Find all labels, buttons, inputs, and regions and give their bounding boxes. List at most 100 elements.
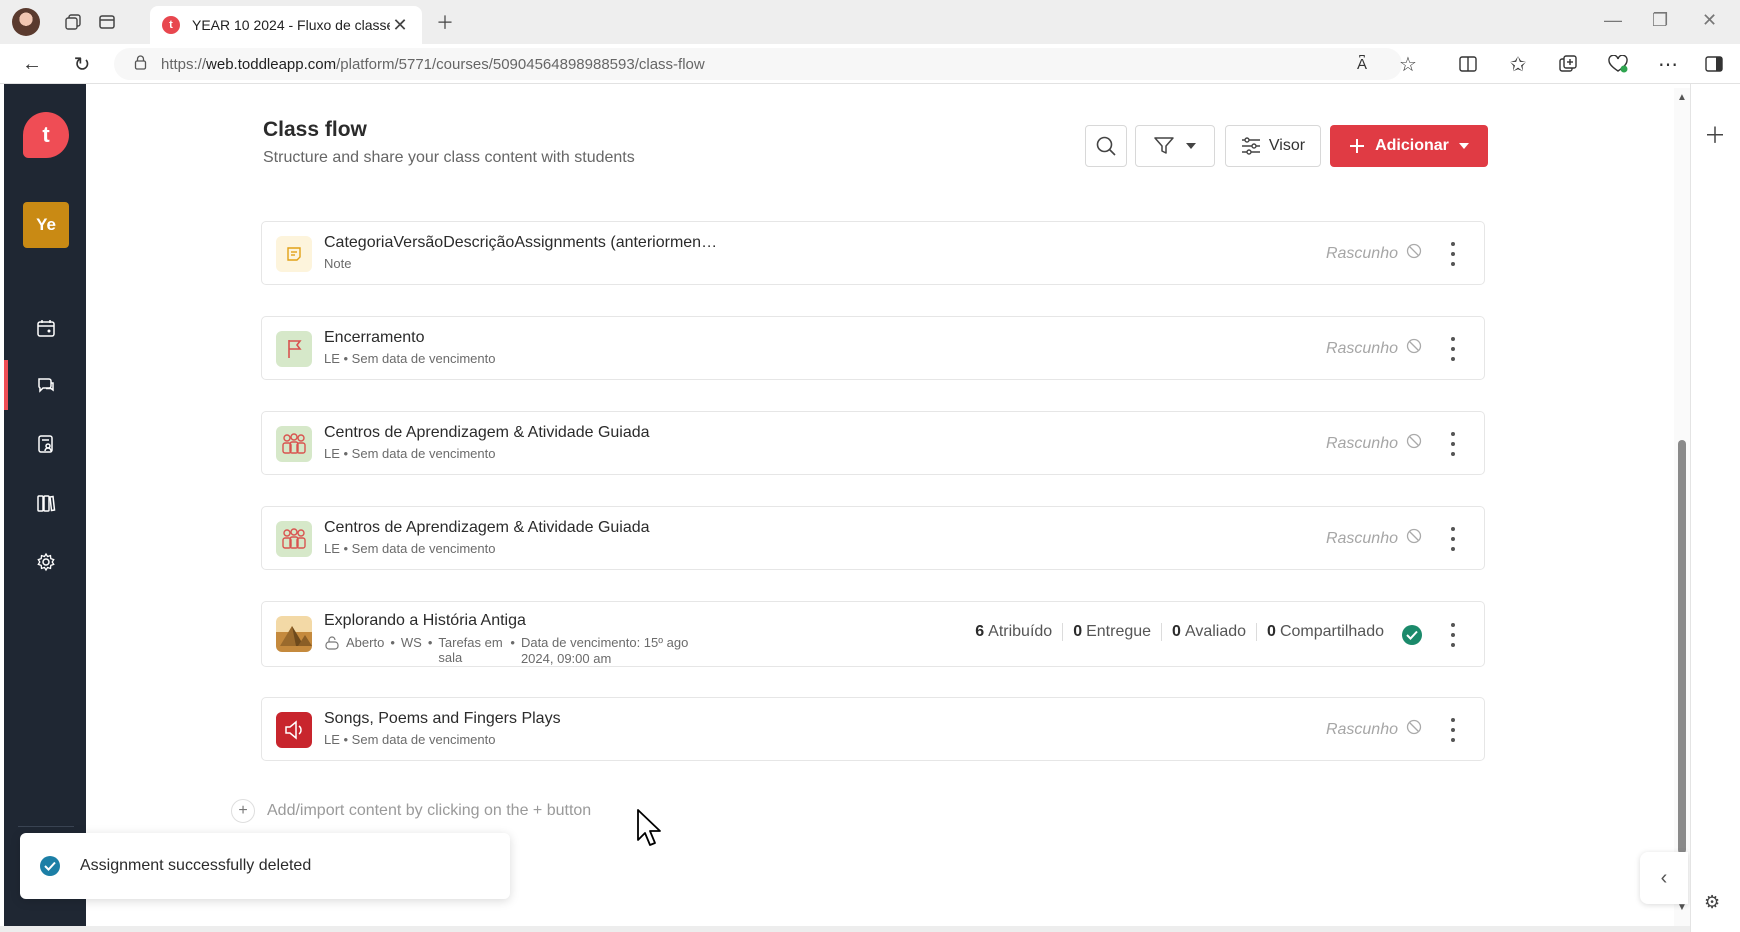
new-tab-icon[interactable]: ＋ bbox=[434, 11, 456, 33]
item-title: Explorando a História Antiga bbox=[324, 612, 526, 629]
item-meta: Note bbox=[324, 256, 352, 271]
list-item[interactable]: Songs, Poems and Fingers Plays LE • Sem … bbox=[261, 697, 1485, 761]
draft-status: Rascunho bbox=[1326, 719, 1422, 740]
restore-icon[interactable]: ❐ bbox=[1652, 10, 1668, 31]
draft-status: Rascunho bbox=[1326, 528, 1422, 549]
refresh-icon[interactable]: ↻ bbox=[70, 52, 94, 76]
item-meta: LE • Sem data de vencimento bbox=[324, 732, 496, 747]
add-hint-text: Add/import content by clicking on the + … bbox=[267, 802, 592, 819]
pyramid-image bbox=[276, 616, 312, 652]
filter-button[interactable] bbox=[1135, 125, 1215, 167]
calendar-icon[interactable] bbox=[30, 312, 62, 344]
collapse-panel-button[interactable]: ‹ bbox=[1640, 852, 1688, 904]
more-menu-icon[interactable]: ⋯ bbox=[1656, 52, 1680, 76]
visor-button[interactable]: Visor bbox=[1225, 125, 1321, 167]
course-badge[interactable]: Ye bbox=[23, 202, 69, 248]
not-published-icon bbox=[1406, 338, 1422, 359]
add-panel-plus-icon[interactable]: ＋ bbox=[1704, 118, 1726, 150]
bottom-edge bbox=[0, 926, 1690, 932]
favorite-star-icon[interactable]: ☆ bbox=[1396, 52, 1420, 76]
sidebar-toggle-icon[interactable] bbox=[1702, 52, 1726, 76]
item-title: Centros de Aprendizagem & Atividade Guia… bbox=[324, 519, 650, 536]
workspaces-icon[interactable] bbox=[62, 11, 84, 33]
add-label: Adicionar bbox=[1375, 137, 1449, 154]
search-button[interactable] bbox=[1085, 125, 1127, 167]
minimize-icon[interactable]: — bbox=[1604, 10, 1622, 31]
kebab-menu-icon[interactable] bbox=[1450, 718, 1456, 742]
tab-class-flow[interactable]: t YEAR 10 2024 - Fluxo de classe ✕ bbox=[150, 6, 422, 44]
item-meta: LE • Sem data de vencimento bbox=[324, 351, 496, 366]
not-published-icon bbox=[1406, 528, 1422, 549]
kebab-menu-icon[interactable] bbox=[1450, 337, 1456, 361]
panel-settings-icon[interactable]: ⚙ bbox=[1704, 892, 1720, 913]
assessment-icon[interactable] bbox=[30, 428, 62, 460]
library-icon[interactable] bbox=[30, 487, 62, 519]
published-check-icon bbox=[1402, 625, 1422, 645]
lock-open-icon bbox=[324, 636, 340, 653]
page-subtitle: Structure and share your class content w… bbox=[263, 149, 635, 166]
stat-evaluated: 0 Avaliado bbox=[1161, 623, 1256, 641]
group-icon bbox=[276, 521, 312, 557]
tab-title: YEAR 10 2024 - Fluxo de classe bbox=[192, 17, 390, 33]
page-title: Class flow bbox=[263, 118, 367, 141]
chat-icon[interactable] bbox=[30, 369, 62, 401]
visor-label: Visor bbox=[1268, 137, 1306, 154]
draft-status: Rascunho bbox=[1326, 243, 1422, 264]
stat-shared: 0 Compartilhado bbox=[1256, 623, 1394, 641]
list-item[interactable]: Centros de Aprendizagem & Atividade Guia… bbox=[261, 411, 1485, 475]
sliders-icon bbox=[1241, 137, 1260, 155]
chevron-left-icon: ‹ bbox=[1660, 866, 1668, 889]
close-window-icon[interactable]: ✕ bbox=[1702, 10, 1717, 31]
list-item[interactable]: Centros de Aprendizagem & Atividade Guia… bbox=[261, 506, 1485, 570]
mouse-cursor-icon bbox=[636, 808, 664, 853]
add-button[interactable]: Adicionar bbox=[1330, 125, 1488, 167]
tab-actions-icon[interactable] bbox=[96, 11, 118, 33]
kebab-menu-icon[interactable] bbox=[1450, 242, 1456, 266]
search-icon bbox=[1096, 136, 1116, 156]
item-title: Centros de Aprendizagem & Atividade Guia… bbox=[324, 424, 650, 441]
toast-message: Assignment successfully deleted bbox=[80, 857, 312, 874]
browser-essentials-icon[interactable] bbox=[1606, 52, 1630, 76]
settings-icon[interactable] bbox=[30, 546, 62, 578]
filter-icon bbox=[1154, 137, 1174, 154]
item-meta: LE • Sem data de vencimento bbox=[324, 446, 496, 461]
split-screen-icon[interactable] bbox=[1456, 52, 1480, 76]
list-item[interactable]: Encerramento LE • Sem data de vencimento… bbox=[261, 316, 1485, 380]
not-published-icon bbox=[1406, 719, 1422, 740]
group-icon bbox=[276, 426, 312, 462]
collections-icon[interactable] bbox=[1556, 52, 1580, 76]
not-published-icon bbox=[1406, 433, 1422, 454]
url-field[interactable]: https://web.toddleapp.com/platform/5771/… bbox=[114, 48, 1402, 80]
add-content-hint[interactable]: + Add/import content by clicking on the … bbox=[231, 799, 591, 823]
list-item[interactable]: Explorando a História Antiga Aberto • WS •… bbox=[261, 601, 1485, 667]
success-toast: Assignment successfully deleted bbox=[20, 833, 510, 899]
close-tab-icon[interactable]: ✕ bbox=[390, 15, 410, 36]
favorites-icon[interactable]: ✩ bbox=[1506, 52, 1530, 76]
active-indicator bbox=[4, 360, 8, 410]
toddle-logo[interactable]: t bbox=[23, 112, 69, 158]
back-icon[interactable]: ← bbox=[20, 52, 44, 76]
plus-icon bbox=[1350, 139, 1365, 153]
list-item[interactable]: CategoriaVersãoDescriçãoAssignments (ant… bbox=[261, 221, 1485, 285]
profile-avatar[interactable] bbox=[12, 8, 40, 36]
flag-icon bbox=[276, 331, 312, 367]
item-meta: Aberto • WS • Tarefas em sala • Data de ven… bbox=[324, 635, 711, 667]
caret-down-icon bbox=[1458, 143, 1469, 149]
item-title: Songs, Poems and Fingers Plays bbox=[324, 710, 561, 727]
kebab-menu-icon[interactable] bbox=[1450, 623, 1456, 647]
url-text: https://web.toddleapp.com/platform/5771/… bbox=[161, 55, 705, 73]
scrollbar-thumb[interactable] bbox=[1678, 440, 1686, 854]
kebab-menu-icon[interactable] bbox=[1450, 432, 1456, 456]
scroll-up-arrow-icon[interactable]: ▲ bbox=[1677, 92, 1687, 103]
read-aloud-icon[interactable]: A͆ bbox=[1350, 52, 1374, 76]
stat-assigned: 6 Atribuído bbox=[975, 623, 1053, 640]
sidebar-divider bbox=[18, 826, 74, 827]
note-icon bbox=[276, 236, 312, 272]
success-check-icon bbox=[40, 856, 60, 876]
toddle-favicon-icon: t bbox=[162, 16, 180, 34]
draft-status: Rascunho bbox=[1326, 433, 1422, 454]
add-content-plus-icon[interactable]: + bbox=[231, 799, 255, 823]
kebab-menu-icon[interactable] bbox=[1450, 527, 1456, 551]
speaker-icon bbox=[276, 712, 312, 748]
lock-icon bbox=[134, 55, 147, 73]
